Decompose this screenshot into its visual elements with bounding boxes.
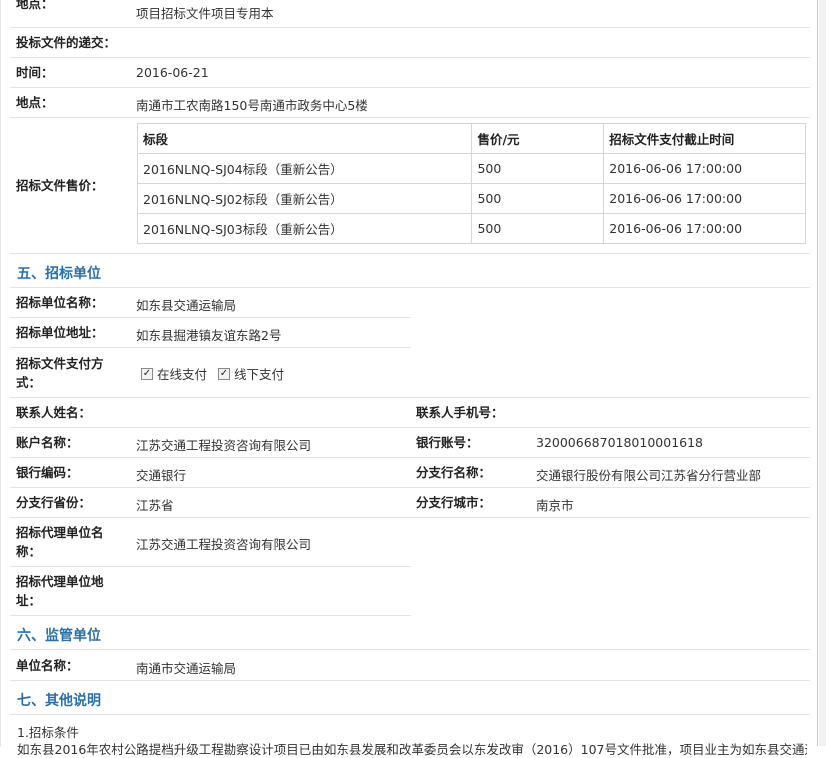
table-row: 2016NLNQ-SJ04标段（重新公告） 500 2016-06-06 17:… <box>136 153 806 184</box>
table-cell: 500 <box>471 153 605 184</box>
submission-time-value: 2016-06-21 <box>136 65 209 80</box>
column-header-deadline: 招标文件支付截止时间 <box>603 123 806 154</box>
bank-account-label: 银行账号： <box>416 435 479 450</box>
column-header-price: 售价/元 <box>471 123 605 154</box>
scrollbar[interactable] <box>819 0 826 746</box>
divider <box>10 517 810 518</box>
agent-name-value: 江苏交通工程投资咨询有限公司 <box>136 537 312 552</box>
table-row: 2016NLNQ-SJ03标段（重新公告） 500 2016-06-06 17:… <box>136 213 806 244</box>
agent-name-label-line1: 招标代理单位名 <box>16 525 104 540</box>
section-title-other: 七、其他说明 <box>17 693 101 709</box>
divider <box>10 57 810 58</box>
table-cell: 2016-06-06 17:00:00 <box>603 213 806 244</box>
divider <box>10 287 810 288</box>
account-name-value: 江苏交通工程投资咨询有限公司 <box>136 438 312 453</box>
divider <box>10 649 810 650</box>
branch-name-label: 分支行名称： <box>416 465 492 480</box>
divider <box>10 427 810 428</box>
submission-place-value: 南通市工农南路150号南通市政务中心5楼 <box>136 98 368 113</box>
bank-code-value: 交通银行 <box>136 468 187 483</box>
agent-address-label-line1: 招标代理单位地 <box>16 574 104 589</box>
contact-mobile-label: 联系人手机号： <box>416 405 504 420</box>
tenderer-name-value: 如东县交通运输局 <box>136 298 237 313</box>
tenderer-name-label: 招标单位名称： <box>16 295 104 310</box>
sale-table: 标段 售价/元 招标文件支付截止时间 2016NLNQ-SJ04标段（重新公告）… <box>136 123 806 244</box>
online-pay-option[interactable]: ✓ 在线支付 <box>141 364 207 383</box>
divider <box>10 457 810 458</box>
divider <box>10 680 810 681</box>
divider <box>10 27 810 28</box>
payment-method-label-line1: 招标文件支付方 <box>16 356 104 371</box>
offline-pay-option[interactable]: ✓ 线下支付 <box>218 364 284 383</box>
online-pay-checkbox[interactable]: ✓ <box>141 367 153 380</box>
column-header-section: 标段 <box>136 123 473 154</box>
section-title-tenderer: 五、招标单位 <box>17 266 101 282</box>
divider <box>10 397 810 398</box>
bank-account-value: 320006687018010001618 <box>536 435 704 450</box>
table-cell: 2016NLNQ-SJ04标段（重新公告） <box>136 153 473 184</box>
table-header-row: 标段 售价/元 招标文件支付截止时间 <box>136 123 806 154</box>
divider <box>10 253 810 254</box>
offline-pay-label: 线下支付 <box>234 367 285 382</box>
table-cell: 2016-06-06 17:00:00 <box>603 183 806 214</box>
table-cell: 500 <box>471 213 605 244</box>
payment-method-label: 招标文件支付方 式： <box>16 354 104 392</box>
divider <box>10 117 810 118</box>
submission-header: 投标文件的递交： <box>16 35 117 50</box>
branch-name-value: 交通银行股份有限公司江苏省分行营业部 <box>536 468 762 483</box>
table-cell: 2016NLNQ-SJ03标段（重新公告） <box>136 213 473 244</box>
agent-address-label-line2: 址： <box>16 593 42 608</box>
sale-label: 招标文件售价： <box>16 178 104 193</box>
divider <box>10 615 411 616</box>
table-cell: 2016-06-06 17:00:00 <box>603 153 806 184</box>
payment-method-label-line2: 式： <box>16 375 42 390</box>
tenderer-address-label: 招标单位地址： <box>16 325 104 340</box>
online-pay-label: 在线支付 <box>157 367 208 382</box>
content-frame <box>0 0 818 746</box>
bank-code-label: 银行编码： <box>16 465 79 480</box>
divider <box>10 714 810 715</box>
divider <box>10 487 810 488</box>
table-cell: 500 <box>471 183 605 214</box>
other-item1-text: 如东县2016年农村公路提档升级工程勘察设计项目已由如东县发展和改革委员会以东发… <box>17 742 807 757</box>
divider <box>10 87 810 88</box>
branch-city-label: 分支行城市： <box>416 495 492 510</box>
contact-name-label: 联系人姓名： <box>16 405 92 420</box>
branch-city-value: 南京市 <box>536 498 574 513</box>
supervisor-unit-label: 单位名称： <box>16 658 79 673</box>
offline-pay-checkbox[interactable]: ✓ <box>218 367 230 380</box>
location-value: 项目招标文件项目专用本 <box>136 6 274 21</box>
section-title-supervisor: 六、监管单位 <box>17 628 101 644</box>
branch-province-label: 分支行省份： <box>16 495 92 510</box>
supervisor-unit-value: 南通市交通运输局 <box>136 661 237 676</box>
divider <box>10 347 411 348</box>
submission-place-label: 地点： <box>16 95 54 110</box>
submission-time-label: 时间： <box>16 65 54 80</box>
agent-address-label: 招标代理单位地 址： <box>16 572 104 610</box>
divider <box>10 566 411 567</box>
tenderer-address-value: 如东县掘港镇友谊东路2号 <box>136 328 282 343</box>
table-row: 2016NLNQ-SJ02标段（重新公告） 500 2016-06-06 17:… <box>136 183 806 214</box>
divider <box>10 317 411 318</box>
location-label: 地点： <box>16 0 54 11</box>
table-cell: 2016NLNQ-SJ02标段（重新公告） <box>136 183 473 214</box>
agent-name-label: 招标代理单位名 称： <box>16 523 104 561</box>
agent-name-label-line2: 称： <box>16 544 42 559</box>
branch-province-value: 江苏省 <box>136 498 174 513</box>
account-name-label: 账户名称： <box>16 435 79 450</box>
